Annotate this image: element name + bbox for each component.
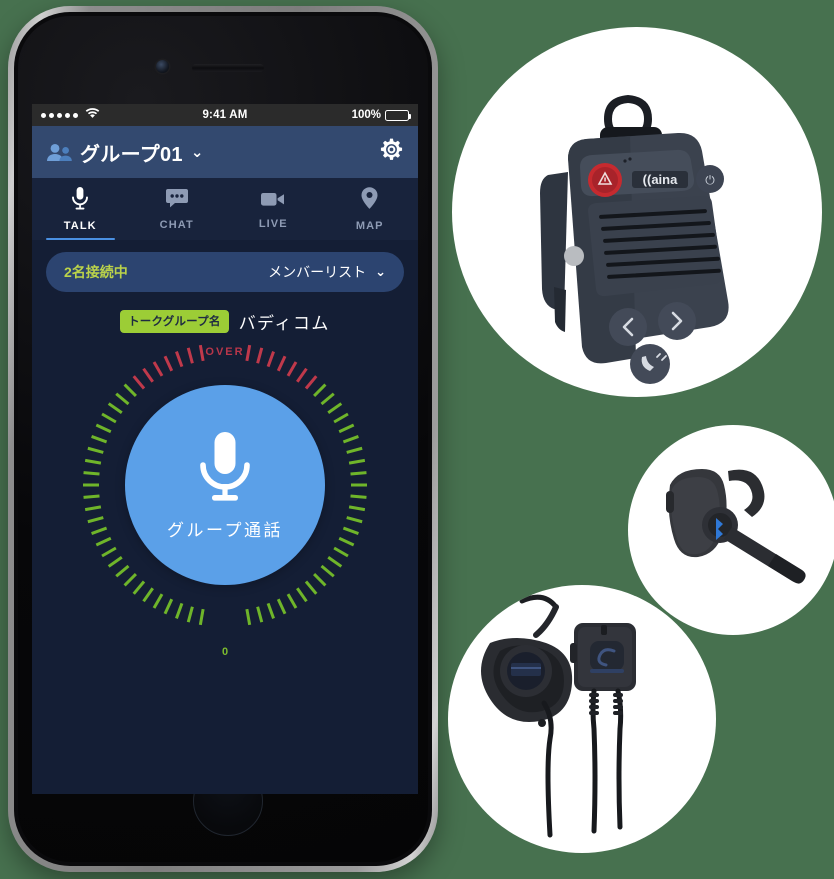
battery-percent-label: 100%	[351, 109, 381, 121]
gear-icon[interactable]	[379, 137, 404, 167]
chevron-down-icon: ⌄	[375, 264, 386, 279]
video-camera-icon	[260, 189, 286, 214]
tab-active-underline	[45, 237, 115, 240]
product-photo-bluetooth-headset	[628, 425, 834, 635]
signal-dot-icon	[57, 112, 62, 118]
phone-inner-frame: 9:41 AM 100% グループ01 ⌄ TALK CHAT LIVE MAP…	[14, 12, 432, 866]
phone-bezel: 9:41 AM 100% グループ01 ⌄ TALK CHAT LIVE MAP…	[18, 16, 428, 862]
group-people-icon	[46, 143, 72, 162]
tab-map[interactable]: MAP	[322, 178, 419, 240]
app-header: グループ01 ⌄	[32, 126, 418, 178]
tab-map-label: MAP	[355, 220, 384, 232]
tab-chat-label: CHAT	[159, 219, 194, 231]
member-list-label: メンバーリスト	[268, 264, 367, 280]
status-bar-right: 100%	[299, 109, 412, 121]
signal-dot-icon	[65, 112, 70, 118]
status-bar: 9:41 AM 100%	[32, 104, 418, 126]
tab-live-label: LIVE	[258, 217, 288, 230]
signal-dot-icon	[73, 112, 78, 118]
page-root: 9:41 AM 100% グループ01 ⌄ TALK CHAT LIVE MAP…	[0, 0, 834, 879]
product-photo-speaker-microphone: ((aina ⏻	[452, 27, 822, 397]
group-call-button[interactable]: グループ通話	[125, 385, 325, 585]
tab-live[interactable]: LIVE	[225, 178, 322, 240]
location-pin-icon	[360, 186, 379, 216]
gauge-zero-label: 0	[221, 646, 229, 658]
chat-bubble-icon	[165, 187, 189, 215]
group-title[interactable]: グループ01	[80, 138, 183, 167]
group-call-label: グループ通話	[167, 521, 283, 540]
signal-dot-icon	[41, 112, 46, 118]
front-camera-icon	[156, 60, 169, 73]
product-photo-earpiece-ptt	[448, 585, 716, 853]
signal-dot-icon	[49, 112, 54, 118]
tab-bar: TALK CHAT LIVE MAP	[32, 178, 418, 240]
battery-cap	[409, 113, 412, 119]
ptt-gauge-area: OVER 0 グループ通話	[32, 340, 418, 670]
tab-talk-label: TALK	[63, 220, 97, 232]
battery-icon	[385, 109, 412, 121]
svg-text:⏻: ⏻	[705, 173, 715, 187]
microphone-icon	[69, 186, 91, 216]
talk-group-row: トークグループ名 バディコム	[32, 309, 418, 334]
status-bar-left	[41, 108, 151, 122]
talk-group-badge: トークグループ名	[120, 310, 229, 333]
talk-group-name: バディコム	[238, 314, 330, 333]
earpiece-speaker-grille	[192, 64, 264, 72]
tab-chat[interactable]: CHAT	[129, 178, 226, 240]
tab-talk[interactable]: TALK	[32, 178, 129, 240]
svg-text:((aina: ((aina	[643, 172, 678, 187]
status-bar-time: 9:41 AM	[202, 109, 248, 121]
microphone-icon	[194, 429, 256, 510]
connected-count-label: 2名接続中	[64, 264, 128, 280]
member-bar-wrapper: 2名接続中 メンバーリスト ⌄	[32, 240, 418, 292]
member-list-bar[interactable]: 2名接続中 メンバーリスト ⌄	[46, 252, 404, 292]
phone-device: 9:41 AM 100% グループ01 ⌄ TALK CHAT LIVE MAP…	[8, 6, 438, 872]
gauge-over-label: OVER	[205, 346, 245, 358]
wifi-icon	[85, 108, 100, 122]
phone-screen: 9:41 AM 100% グループ01 ⌄ TALK CHAT LIVE MAP…	[32, 104, 418, 794]
chevron-down-icon[interactable]: ⌄	[191, 143, 204, 161]
